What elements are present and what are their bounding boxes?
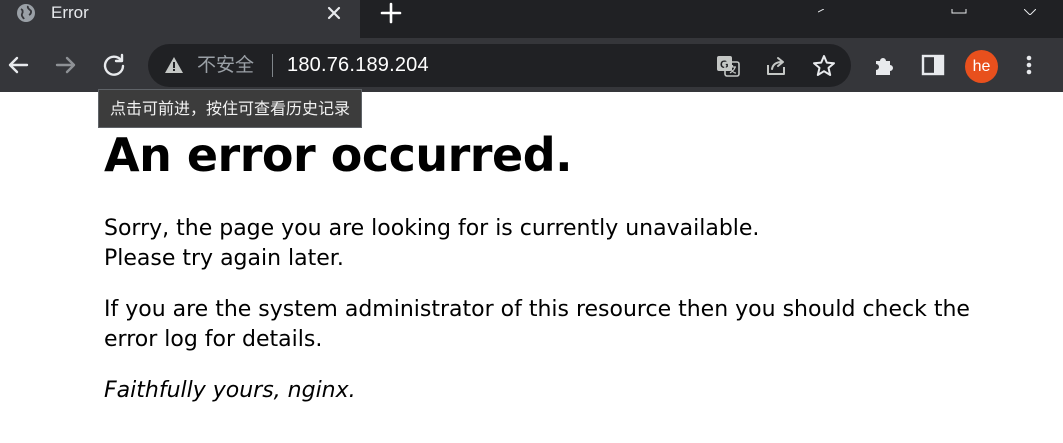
arrow-left-icon [8,56,29,74]
new-tab-button[interactable] [378,0,404,26]
extensions-button[interactable] [869,49,901,81]
share-icon[interactable] [763,53,789,79]
reload-button[interactable] [98,49,130,81]
browser-toolbar: 不安全 180.76.189.204 G he [0,38,1063,92]
page-title: An error occurred. [104,128,573,182]
globe-icon [16,3,36,23]
close-icon[interactable] [324,3,344,23]
menu-button[interactable] [1013,49,1045,81]
kebab-menu-icon [1026,55,1032,75]
unavailable-line-1: Sorry, the page you are looking for is c… [104,216,760,241]
side-panel-button[interactable] [917,49,949,81]
window-control-fragment [817,0,825,13]
tab-error[interactable]: Error [0,0,360,38]
unavailable-message: Sorry, the page you are looking for is c… [104,214,1004,274]
reload-icon [103,53,125,76]
url-text[interactable]: 180.76.189.204 [287,53,429,77]
admin-message: If you are the system administrator of t… [104,297,970,352]
unavailable-line-2: Please try again later. [104,246,344,271]
maximize-window-button[interactable] [951,0,967,14]
back-button[interactable] [2,49,34,81]
star-icon[interactable] [811,53,837,79]
address-bar-divider [272,54,273,77]
close-window-button[interactable] [1023,0,1037,16]
forward-tooltip: 点击可前进，按住可查看历史记录 [98,89,363,128]
profile-avatar[interactable]: he [965,50,998,83]
tab-title: Error [51,3,89,22]
arrow-right-icon [55,56,76,74]
translate-icon[interactable]: G [715,53,741,79]
page-content: An error occurred. Sorry, the page you a… [104,126,1004,403]
signature: Faithfully yours, nginx. [104,378,356,403]
security-status-label[interactable]: 不安全 [197,53,254,77]
address-bar[interactable]: 不安全 180.76.189.204 G [148,44,851,87]
forward-button[interactable] [50,49,82,81]
puzzle-icon [876,58,893,75]
tab-strip: Error [0,0,1063,38]
warning-triangle-icon[interactable] [164,55,184,75]
side-panel-icon [921,54,945,76]
